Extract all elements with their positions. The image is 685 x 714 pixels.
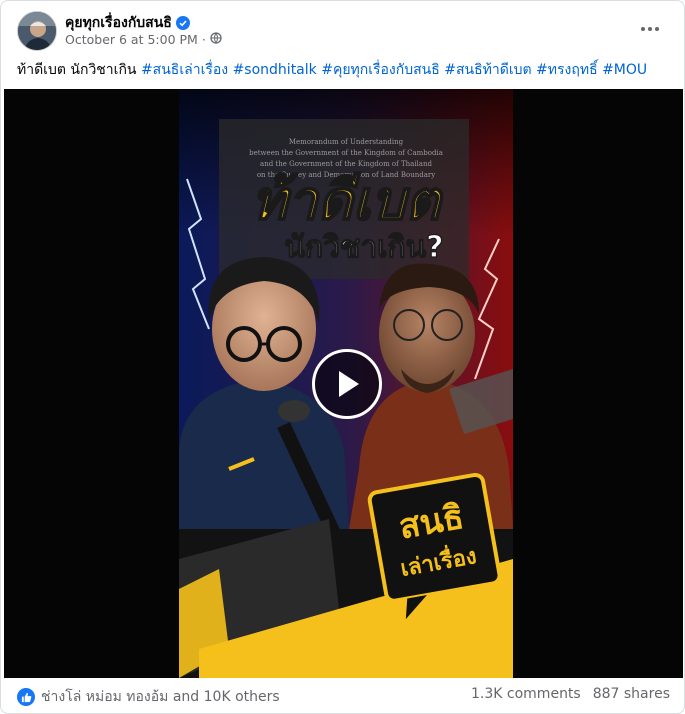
more-horizontal-icon xyxy=(641,27,645,31)
hashtag-link[interactable]: #MOU xyxy=(602,62,647,78)
meta-separator: · xyxy=(201,32,206,47)
globe-icon[interactable] xyxy=(210,32,222,47)
hashtag-link[interactable]: #ทรงฤทธิ์ xyxy=(536,62,598,78)
video-title-line1: ท้าดีเบต xyxy=(252,169,444,232)
video-player[interactable]: Memorandum of Understanding between the … xyxy=(4,89,683,678)
engagement-counts: 1.3K comments 887 shares xyxy=(471,686,670,702)
post-header: คุยทุกเรื่องกับสนธิ October 6 at 5:00 PM… xyxy=(1,1,684,57)
document-line: between the Government of the Kingdom of… xyxy=(249,149,443,157)
page-name[interactable]: คุยทุกเรื่องกับสนธิ xyxy=(65,12,172,34)
hashtag-link[interactable]: #คุยทุกเรื่องกับสนธิ xyxy=(321,62,440,78)
hashtag-link[interactable]: #สนธิเล่าเรื่อง xyxy=(141,62,228,78)
video-title-line2: นักวิชาเกิน? xyxy=(284,230,443,265)
play-icon xyxy=(339,371,359,397)
hashtag-link[interactable]: #สนธิท้าดีเบต xyxy=(444,62,531,78)
hashtag-link[interactable]: #sondhitalk xyxy=(233,62,317,78)
reactions-summary[interactable]: ช่างโล่ หม่อม ทองอ้ม and 10K others xyxy=(17,686,280,708)
comments-count[interactable]: 1.3K comments xyxy=(471,686,581,702)
play-button[interactable] xyxy=(312,349,382,419)
verified-badge-icon xyxy=(175,16,190,30)
caption-text: ท้าดีเบต นักวิชาเกิน xyxy=(17,62,141,78)
post-footer: ช่างโล่ หม่อม ทองอ้ม and 10K others 1.3K… xyxy=(1,681,684,713)
like-icon xyxy=(17,688,35,706)
page-name-link[interactable]: คุยทุกเรื่องกับสนธิ xyxy=(65,12,190,34)
post-caption: ท้าดีเบต นักวิชาเกิน #สนธิเล่าเรื่อง #so… xyxy=(17,59,647,81)
post-timestamp[interactable]: October 6 at 5:00 PM xyxy=(65,32,198,47)
post-meta: October 6 at 5:00 PM · xyxy=(65,32,222,47)
document-line: and the Government of the Kingdom of Tha… xyxy=(260,160,432,168)
reactions-text[interactable]: ช่างโล่ หม่อม ทองอ้ม and 10K others xyxy=(41,686,280,708)
document-line: Memorandum of Understanding xyxy=(289,138,404,146)
post-card: คุยทุกเรื่องกับสนธิ October 6 at 5:00 PM… xyxy=(0,0,685,714)
page-avatar[interactable] xyxy=(17,11,57,51)
shares-count[interactable]: 887 shares xyxy=(593,686,670,702)
more-options-button[interactable] xyxy=(636,17,664,41)
